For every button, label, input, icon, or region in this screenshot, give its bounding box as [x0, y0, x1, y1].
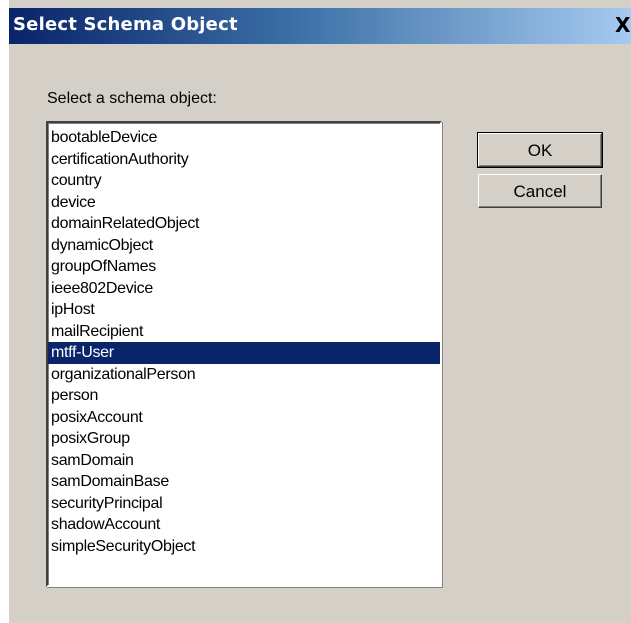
list-item[interactable]: securityPrincipal: [48, 493, 440, 515]
schema-object-listbox[interactable]: bootableDevice certificationAuthority coun…: [46, 121, 442, 587]
list-item-selected[interactable]: mtff-User: [48, 342, 440, 364]
list-item[interactable]: device: [48, 192, 440, 214]
list-item[interactable]: ieee802Device: [48, 278, 440, 300]
list-item[interactable]: groupOfNames: [48, 256, 440, 278]
list-item[interactable]: dynamicObject: [48, 235, 440, 257]
list-item[interactable]: country: [48, 170, 440, 192]
list-item[interactable]: ipHost: [48, 299, 440, 321]
title-bar[interactable]: Select Schema Object X: [9, 8, 631, 44]
list-item[interactable]: mailRecipient: [48, 321, 440, 343]
list-item[interactable]: shadowAccount: [48, 514, 440, 536]
list-item[interactable]: certificationAuthority: [48, 149, 440, 171]
list-item[interactable]: samDomain: [48, 450, 440, 472]
schema-object-prompt-label: Select a schema object:: [47, 90, 217, 107]
close-button[interactable]: X: [615, 14, 631, 36]
list-item[interactable]: simpleSecurityObject: [48, 536, 440, 558]
list-item[interactable]: organizationalPerson: [48, 364, 440, 386]
list-item[interactable]: person: [48, 385, 440, 407]
dialog-title: Select Schema Object: [13, 14, 238, 35]
cancel-button[interactable]: Cancel: [478, 174, 602, 208]
list-item[interactable]: posixGroup: [48, 428, 440, 450]
list-item[interactable]: bootableDevice: [48, 127, 440, 149]
select-schema-object-dialog: Select Schema Object X Select a schema o…: [9, 0, 631, 623]
list-item[interactable]: posixAccount: [48, 407, 440, 429]
ok-button[interactable]: OK: [477, 132, 603, 168]
schema-object-list: bootableDevice certificationAuthority coun…: [48, 127, 440, 557]
list-item[interactable]: domainRelatedObject: [48, 213, 440, 235]
list-item[interactable]: samDomainBase: [48, 471, 440, 493]
